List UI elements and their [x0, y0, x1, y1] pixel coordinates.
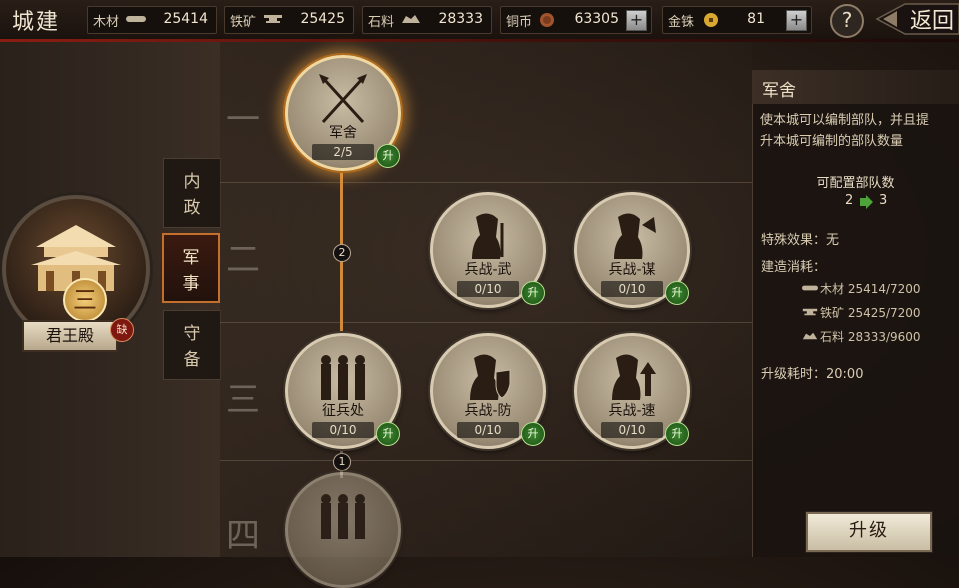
cost-wood: 木材 25414/7200: [820, 282, 921, 296]
resource-label: 铜币: [506, 15, 533, 30]
recruits-icon: [321, 355, 365, 400]
row-divider: [220, 182, 752, 183]
anvil-icon: [802, 308, 818, 316]
tier-label-2: 二: [226, 240, 260, 280]
help-button[interactable]: ?: [830, 4, 864, 38]
add-gold-button[interactable]: +: [786, 10, 807, 31]
info-panel-description: 使本城可以编制部队，并且提 升本城可编制的部队数量: [760, 110, 956, 152]
upgrade-badge[interactable]: 升: [376, 422, 400, 446]
gold-coin-icon: [704, 13, 718, 27]
node-combat-defense[interactable]: 兵战-防 0/10 升: [430, 333, 546, 449]
row-divider: [220, 322, 752, 323]
node-progress: 0/10: [457, 422, 519, 438]
resource-value: 28333: [438, 11, 483, 27]
description-line: 使本城可以编制部队，并且提: [760, 113, 930, 128]
node-combat-speed[interactable]: 兵战-速 0/10 升: [574, 333, 690, 449]
coin-icon: [540, 13, 554, 27]
node-name: 军舍: [329, 125, 357, 141]
node-name: 兵战-防: [464, 403, 512, 419]
node-progress: 0/10: [601, 422, 663, 438]
wood-icon: [802, 285, 818, 291]
capacity-values: 2 3: [752, 193, 959, 211]
capacity-label: 可配置部队数: [816, 176, 895, 191]
tab-internal[interactable]: 内 政: [163, 158, 221, 228]
tier-label-4: 四: [226, 516, 260, 556]
tab-defense[interactable]: 守 备: [163, 310, 221, 380]
soldier-fan-icon: [614, 213, 656, 259]
upgrade-badge[interactable]: 升: [665, 281, 689, 305]
node-progress: 0/10: [312, 422, 374, 438]
resource-value: 25414: [163, 11, 208, 27]
resource-iron: 铁矿 25425: [224, 6, 354, 34]
stone-icon: [402, 15, 420, 23]
node-name: 兵战-武: [464, 262, 512, 278]
connector-requirement: 2: [333, 244, 351, 262]
tier-label-3: 三: [226, 380, 260, 420]
anvil-icon: [264, 15, 282, 23]
resource-copper: 铜币 63305 +: [500, 6, 652, 34]
resource-label: 木材: [93, 15, 120, 30]
row-divider: [220, 460, 752, 461]
tab-military[interactable]: 军 事: [162, 233, 220, 303]
upgrade-badge[interactable]: 升: [521, 281, 545, 305]
node-name: 征兵处: [322, 403, 364, 419]
node-combat-strategy[interactable]: 兵战-谋 0/10 升: [574, 192, 690, 308]
resource-value: 81: [747, 11, 765, 27]
cost-stone: 石料 28333/9600: [820, 330, 921, 344]
node-recruitment[interactable]: 征兵处 0/10 升: [285, 333, 401, 449]
resource-stone: 石料 28333: [362, 6, 492, 34]
tier-label-1: 一: [226, 100, 260, 140]
info-panel-title: 军舍: [762, 81, 796, 101]
recruits-icon: [321, 494, 365, 539]
page-title: 城建: [12, 10, 61, 35]
upgrade-button[interactable]: 升级: [806, 512, 932, 552]
node-progress: 2/5: [312, 144, 374, 160]
resource-label: 金铢: [668, 15, 695, 30]
resource-gold: 金铢 81 +: [662, 6, 812, 34]
node-barracks[interactable]: 军舍 2/5 升: [285, 55, 401, 171]
node-locked[interactable]: [285, 472, 401, 588]
soldier-shield-icon: [470, 354, 511, 400]
connector-requirement: 1: [333, 453, 351, 471]
soldier-sword-icon: [472, 213, 504, 259]
arrow-right-icon: [860, 195, 873, 209]
upgrade-badge[interactable]: 升: [665, 422, 689, 446]
build-cost-label: 建造消耗：: [761, 260, 827, 275]
node-name: 兵战-谋: [608, 262, 656, 278]
resource-value: 25425: [300, 11, 345, 27]
stone-icon: [802, 332, 818, 340]
description-line: 升本城可编制的部队数量: [760, 134, 904, 149]
resource-value: 63305: [574, 11, 619, 27]
node-name: 兵战-速: [608, 403, 656, 419]
back-button-label[interactable]: 返回: [910, 3, 954, 35]
node-combat-force[interactable]: 兵战-武 0/10 升: [430, 192, 546, 308]
upgrade-badge[interactable]: 升: [521, 422, 545, 446]
lack-badge: 缺: [110, 318, 134, 342]
add-copper-button[interactable]: +: [626, 10, 647, 31]
palace-name-label: 君王殿: [22, 320, 118, 352]
capacity-from: 2: [845, 193, 854, 208]
upgrade-badge[interactable]: 升: [376, 144, 400, 168]
crossed-spears-icon: [319, 74, 367, 124]
upgrade-time-label: 升级耗时：20:00: [761, 367, 864, 382]
palace-level-badge: 三: [63, 278, 107, 322]
resource-label: 石料: [368, 15, 395, 30]
soldier-speed-icon: [612, 354, 656, 400]
node-progress: 0/10: [601, 281, 663, 297]
resource-label: 铁矿: [230, 15, 257, 30]
node-progress: 0/10: [457, 281, 519, 297]
capacity-to: 3: [879, 193, 888, 208]
special-effect-label: 特殊效果：无: [761, 233, 840, 248]
wood-icon: [126, 16, 146, 22]
resource-wood: 木材 25414: [87, 6, 217, 34]
cost-iron: 铁矿 25425/7200: [820, 306, 921, 320]
